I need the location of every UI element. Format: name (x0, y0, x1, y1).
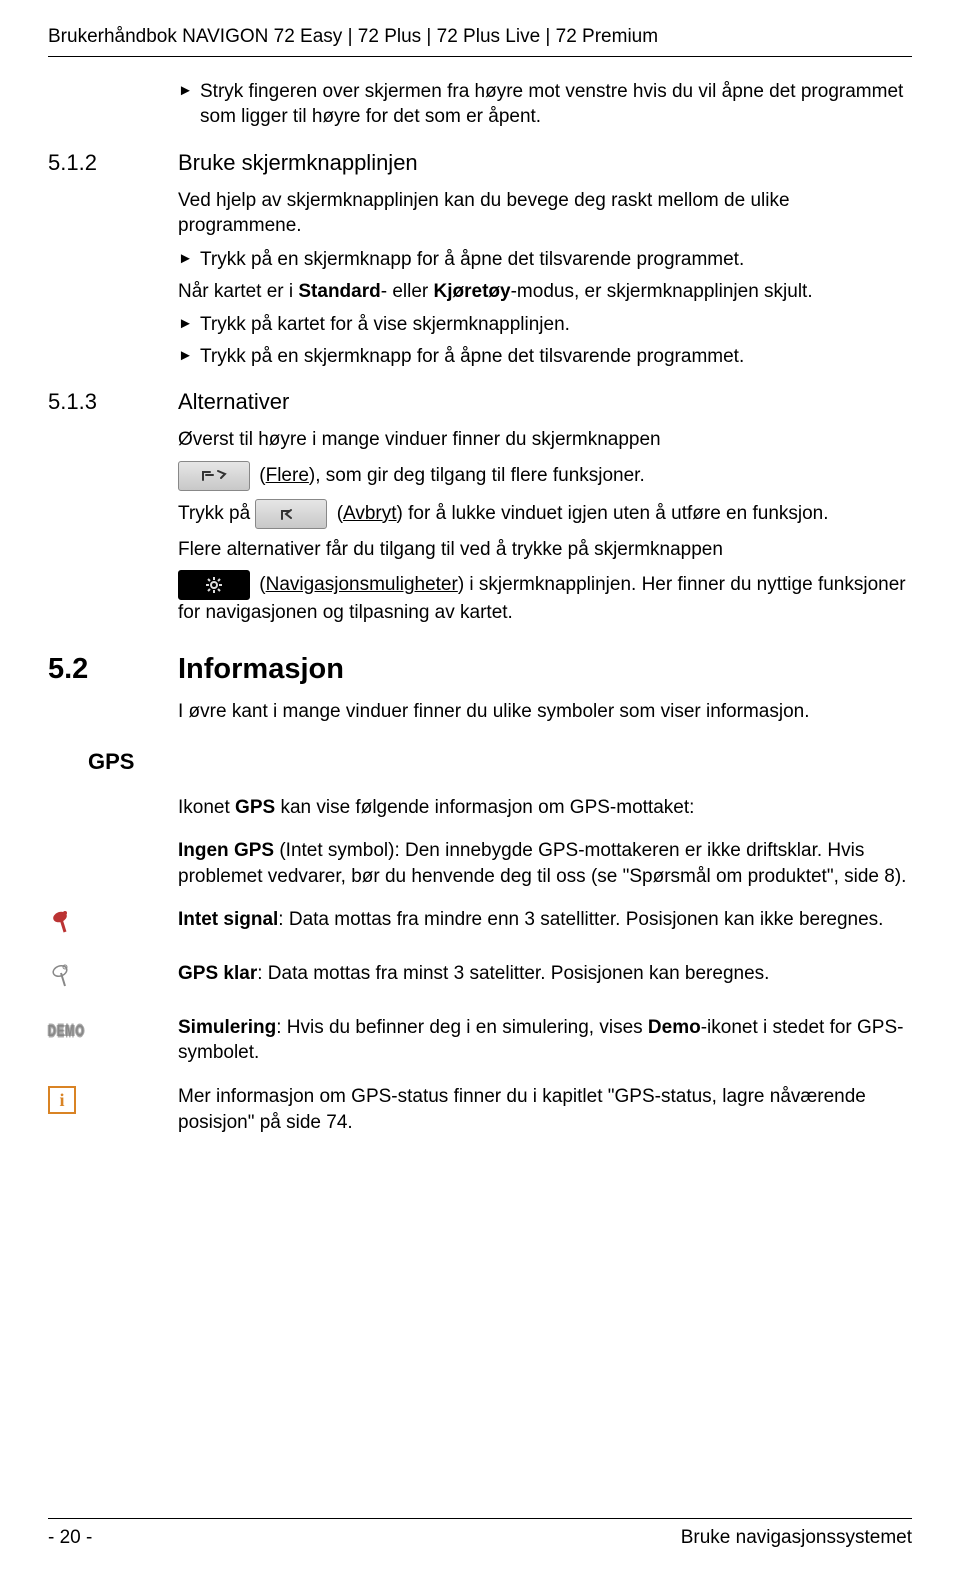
bullet-marker: ► (178, 344, 200, 368)
paragraph: Trykk på (Avbryt) for å lukke vinduet ig… (178, 499, 912, 529)
cancel-icon (255, 499, 327, 529)
bullet-text: Trykk på kartet for å vise skjermknappli… (200, 312, 912, 338)
gps-info-ref: Mer informasjon om GPS-status finner du … (178, 1084, 912, 1135)
cancel-link: Avbryt (343, 503, 397, 524)
nav-options-link: Navigasjonsmuligheter (266, 574, 458, 595)
section-title: Bruke skjermknapplinjen (178, 148, 418, 178)
gps-ready-icon (48, 963, 74, 997)
demo-icon: DEMO (48, 1022, 74, 1043)
gps-no-signal-icon (48, 909, 74, 943)
page-number: - 20 - (48, 1525, 92, 1551)
paragraph: Øverst til høyre i mange vinduer finner … (178, 427, 912, 453)
paragraph: (Navigasjonsmuligheter) i skjermknapplin… (178, 570, 912, 626)
bullet-marker: ► (178, 312, 200, 336)
nav-options-icon (178, 570, 250, 600)
paragraph: Flere alternativer får du tilgang til ve… (178, 537, 912, 563)
paragraph: Ved hjelp av skjermknapplinjen kan du be… (178, 188, 912, 239)
section-title: Alternativer (178, 387, 289, 417)
gps-heading: GPS (88, 747, 912, 777)
section-number: 5.2 (48, 650, 178, 689)
header-rule (48, 56, 912, 57)
intro-text: Stryk fingeren over skjermen fra høyre m… (200, 79, 912, 130)
page-footer: - 20 - Bruke navigasjonssystemet (48, 1518, 912, 1551)
paragraph: I øvre kant i mange vinduer finner du ul… (178, 699, 912, 725)
bullet-marker: ► (178, 79, 200, 103)
section-title: Informasjon (178, 650, 344, 689)
gps-no-signal: Intet signal: Data mottas fra mindre enn… (178, 907, 912, 933)
more-options-icon (178, 461, 250, 491)
doc-header: Brukerhåndbok NAVIGON 72 Easy | 72 Plus … (48, 24, 912, 50)
info-icon: i (48, 1086, 76, 1114)
paragraph: (Flere), som gir deg tilgang til flere f… (178, 461, 912, 491)
gps-no-gps: Ingen GPS (Intet symbol): Den innebygde … (178, 838, 912, 889)
section-number: 5.1.3 (48, 387, 178, 417)
gps-ready: GPS klar: Data mottas fra minst 3 sateli… (178, 961, 912, 987)
section-number: 5.1.2 (48, 148, 178, 178)
gps-simulation: Simulering: Hvis du befinner deg i en si… (178, 1015, 912, 1066)
bullet-marker: ► (178, 247, 200, 271)
paragraph: Når kartet er i Standard- eller Kjøretøy… (178, 279, 912, 305)
gps-intro: Ikonet GPS kan vise følgende informasjon… (178, 795, 912, 821)
bullet-text: Trykk på en skjermknapp for å åpne det t… (200, 344, 912, 370)
footer-section: Bruke navigasjonssystemet (681, 1525, 912, 1551)
bullet-text: Trykk på en skjermknapp for å åpne det t… (200, 247, 912, 273)
more-link: Flere (266, 465, 309, 486)
